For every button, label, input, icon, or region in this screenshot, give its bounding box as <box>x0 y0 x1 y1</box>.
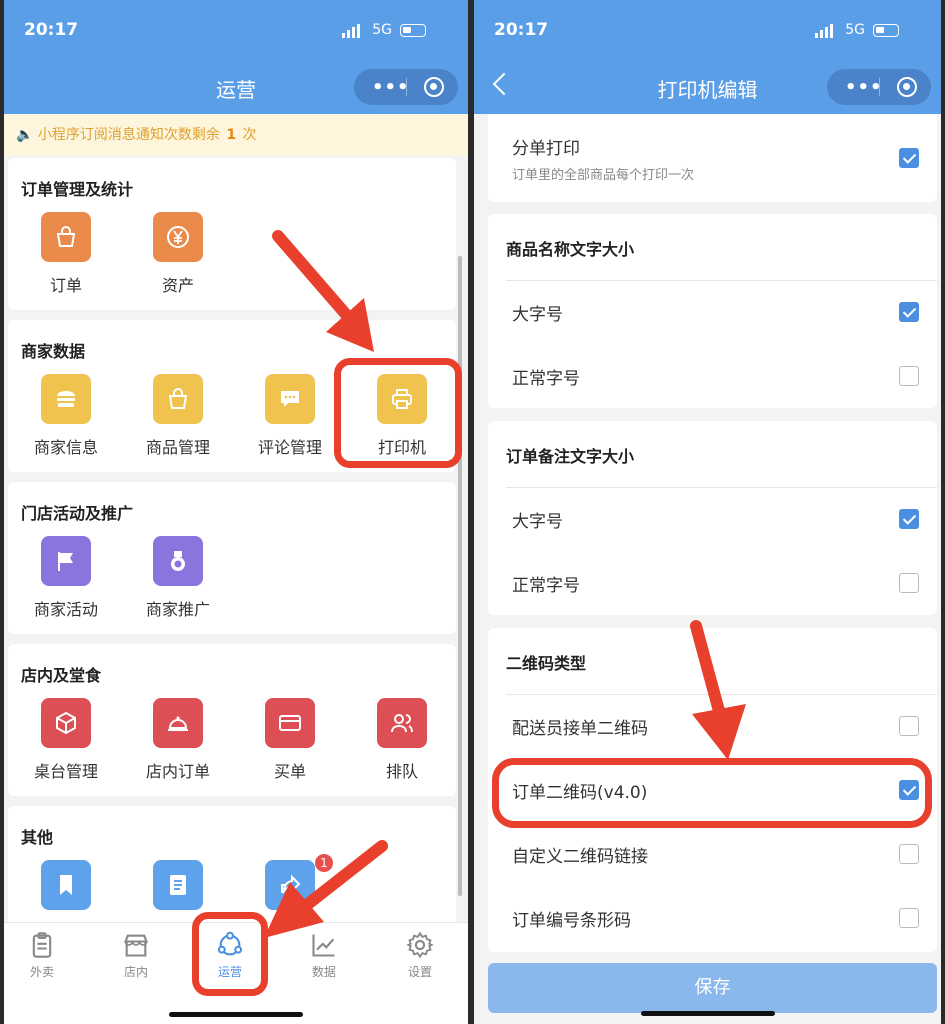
close-miniprogram-icon[interactable] <box>424 77 444 97</box>
checkbox[interactable] <box>899 844 919 864</box>
flag-icon <box>41 536 91 586</box>
shop-icon <box>122 931 150 959</box>
checkbox[interactable] <box>899 509 919 529</box>
checkbox[interactable] <box>899 366 919 386</box>
people-icon <box>377 698 427 748</box>
notice-count: 1 <box>226 127 237 143</box>
option-row[interactable]: 自定义二维码链接 <box>506 822 937 886</box>
doc-icon <box>153 860 203 910</box>
option-row[interactable]: 订单编号条形码 <box>506 886 937 950</box>
signal-icon <box>815 24 833 38</box>
highlight-printer <box>334 358 462 468</box>
scrollbar[interactable] <box>458 256 462 896</box>
status-time: 20:17 <box>24 20 79 40</box>
menu-item-promote[interactable]: 商家推广 <box>122 536 234 620</box>
split-print-section: 分单打印 订单里的全部商品每个打印一次 <box>488 114 937 202</box>
bag-icon <box>41 212 91 262</box>
battery-icon <box>873 24 899 37</box>
miniprogram-capsule: ••• <box>354 69 458 105</box>
checkbox[interactable] <box>899 302 919 322</box>
section-orders: 订单管理及统计 订单 资产 <box>8 158 456 310</box>
tab-data[interactable]: 数据 <box>294 931 354 980</box>
speaker-icon: 🔈 <box>16 127 34 143</box>
option-row[interactable]: 正常字号 <box>506 344 937 408</box>
menu-item-activities[interactable]: 商家活动 <box>10 536 122 620</box>
highlight-order-qrcode <box>492 758 932 828</box>
close-miniprogram-icon[interactable] <box>897 77 917 97</box>
header: 20:17 5G 打印机编辑 ••• <box>474 0 941 114</box>
bookmark-icon <box>41 860 91 910</box>
more-icon[interactable]: ••• <box>845 77 883 98</box>
menu-item-tables[interactable]: 桌台管理 <box>10 698 122 782</box>
section-title: 订单管理及统计 <box>21 180 134 199</box>
chart-icon <box>310 931 338 959</box>
store-icon <box>41 374 91 424</box>
clipboard-icon <box>28 931 56 959</box>
network-label: 5G <box>372 22 392 38</box>
checkbox[interactable] <box>899 716 919 736</box>
miniprogram-capsule: ••• <box>827 69 931 105</box>
network-label: 5G <box>845 22 865 38</box>
section-title: 其他 <box>21 828 54 847</box>
home-indicator <box>640 1011 775 1016</box>
menu-item-queue[interactable]: 排队 <box>346 698 458 782</box>
yen-icon <box>153 212 203 262</box>
menu-item-goods[interactable]: 商品管理 <box>122 374 234 458</box>
section-title: 店内及堂食 <box>21 666 102 685</box>
notice-unit: 次 <box>242 127 257 143</box>
home-indicator <box>169 1012 303 1017</box>
status-bar: 20:17 5G <box>24 20 448 46</box>
highlight-operations-tab <box>192 912 268 996</box>
left-screen: 20:17 5G 运营 ••• 🔈 小程序订阅消息通知次数剩余 1 次 订单管理… <box>4 0 468 1024</box>
checkbox[interactable] <box>899 908 919 928</box>
option-desc: 订单里的全部商品每个打印一次 <box>512 168 695 183</box>
menu-item-merchant-info[interactable]: 商家信息 <box>10 374 122 458</box>
more-icon[interactable]: ••• <box>372 77 410 98</box>
section-title: 门店活动及推广 <box>21 504 134 523</box>
menu-item-comments[interactable]: 评论管理 <box>234 374 346 458</box>
gear-icon <box>406 931 434 959</box>
notification-badge: 1 <box>315 854 333 872</box>
remark-font-size-section: 订单备注文字大小 大字号 正常字号 <box>488 421 937 615</box>
header: 20:17 5G 运营 ••• <box>4 0 468 114</box>
medal-icon <box>153 536 203 586</box>
comment-icon <box>265 374 315 424</box>
menu-item-instore-orders[interactable]: 店内订单 <box>122 698 234 782</box>
box-icon <box>41 698 91 748</box>
cloche-icon <box>153 698 203 748</box>
menu-item-pay-bill[interactable]: 买单 <box>234 698 346 782</box>
option-row[interactable]: 大字号 <box>506 280 937 344</box>
option-row[interactable]: 大字号 <box>506 487 937 551</box>
option-label: 分单打印 <box>512 139 580 159</box>
right-screen: 20:17 5G 打印机编辑 ••• 分单打印 订单里的全部商品每个打印一次 商… <box>474 0 941 1024</box>
product-font-size-section: 商品名称文字大小 大字号 正常字号 <box>488 214 937 408</box>
menu-item-assets[interactable]: 资产 <box>122 212 234 296</box>
save-button[interactable]: 保存 <box>488 963 937 1013</box>
card-icon <box>265 698 315 748</box>
subscription-notice: 🔈 小程序订阅消息通知次数剩余 1 次 <box>4 114 468 156</box>
option-row[interactable]: 正常字号 <box>506 551 937 615</box>
section-title: 订单备注文字大小 <box>506 447 635 466</box>
status-time: 20:17 <box>494 20 549 40</box>
section-title: 二维码类型 <box>506 654 587 673</box>
section-dine-in: 店内及堂食 桌台管理 店内订单 买单 排队 <box>8 644 456 796</box>
share-icon <box>265 860 315 910</box>
checkbox[interactable] <box>899 573 919 593</box>
signal-icon <box>342 24 360 38</box>
section-promotion: 门店活动及推广 商家活动 商家推广 <box>8 482 456 634</box>
menu-item-order[interactable]: 订单 <box>10 212 122 296</box>
status-bar: 20:17 5G <box>494 20 921 46</box>
tab-settings[interactable]: 设置 <box>390 931 450 980</box>
split-print-row[interactable]: 分单打印 订单里的全部商品每个打印一次 <box>506 122 937 202</box>
battery-icon <box>400 24 426 37</box>
tab-takeout[interactable]: 外卖 <box>12 931 72 980</box>
section-title: 商品名称文字大小 <box>506 240 635 259</box>
tab-instore[interactable]: 店内 <box>106 931 166 980</box>
notice-text: 小程序订阅消息通知次数剩余 <box>37 127 220 143</box>
split-print-checkbox[interactable] <box>899 148 919 168</box>
option-row[interactable]: 配送员接单二维码 <box>506 694 937 758</box>
section-title: 商家数据 <box>21 342 86 361</box>
bag-icon <box>153 374 203 424</box>
